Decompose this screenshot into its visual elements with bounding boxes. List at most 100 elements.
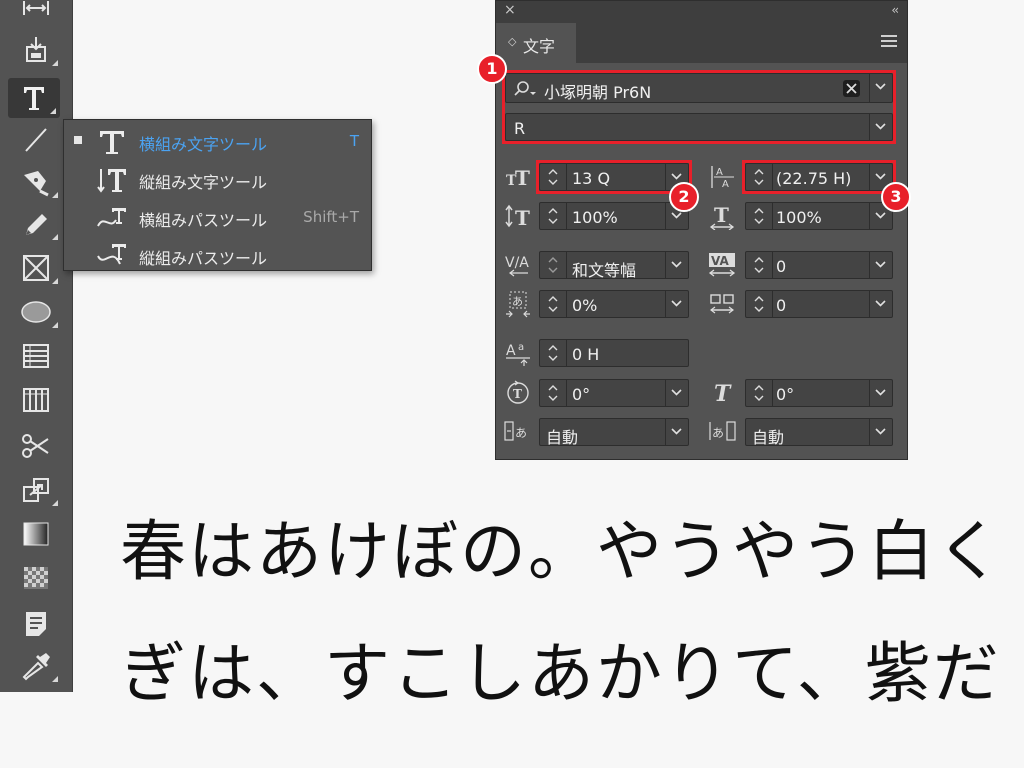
eyedropper-tool[interactable] — [10, 646, 62, 686]
note-icon — [26, 612, 46, 636]
scissors-tool[interactable] — [10, 426, 62, 466]
svg-text:T: T — [714, 203, 729, 227]
svg-text:T: T — [714, 381, 732, 407]
tracking-field[interactable]: 0 — [745, 251, 893, 279]
chevron-down-icon[interactable] — [665, 380, 688, 406]
skew-stepper[interactable] — [746, 380, 773, 406]
svg-text:あ: あ — [515, 426, 527, 440]
svg-text:あ: あ — [712, 426, 724, 440]
baseline-shift-stepper[interactable] — [540, 340, 567, 366]
type-tool[interactable] — [8, 78, 60, 118]
content-placer-tool[interactable] — [10, 30, 62, 70]
horizontal-type-icon — [100, 131, 124, 154]
horizontal-scale-field[interactable]: 100% — [745, 202, 893, 230]
aki-after-field[interactable]: 自動 — [745, 418, 893, 447]
type-tool-flyout-menu: 横組み文字ツール T 縦組み文字ツール 横組みパスツール Shift+T 縦組み… — [63, 119, 372, 271]
close-icon[interactable]: × — [504, 2, 516, 18]
skew-value: 0° — [776, 385, 795, 404]
kerning-stepper[interactable] — [540, 252, 567, 278]
flyout-item-vertical-path-type[interactable]: 縦組みパスツール — [64, 236, 371, 274]
vertical-type-icon — [97, 169, 126, 193]
character-rotation-stepper[interactable] — [540, 380, 567, 406]
vertical-path-type-icon — [97, 244, 126, 265]
font-size-icon: TT — [504, 163, 534, 191]
tsume-value: 0% — [572, 296, 598, 315]
line-tool[interactable] — [10, 120, 62, 160]
gradient-feather-tool[interactable] — [10, 558, 62, 598]
panel-menu-icon[interactable] — [881, 35, 897, 51]
free-transform-tool[interactable] — [10, 470, 62, 510]
svg-text:a: a — [518, 342, 524, 353]
flyout-item-shortcut: Shift+T — [303, 208, 359, 226]
horizontal-scale-stepper[interactable] — [746, 203, 773, 229]
flyout-item-vertical-type[interactable]: 縦組み文字ツール — [64, 160, 371, 198]
aki-after-value: 自動 — [752, 428, 785, 447]
document-text-line-1[interactable]: 春はあけぼの。やうやう白く — [120, 498, 1004, 594]
scissors-icon — [22, 434, 49, 458]
flyout-item-horizontal-path-type[interactable]: 横組みパスツール Shift+T — [64, 198, 371, 236]
highlight-leading — [742, 160, 896, 194]
tracking-stepper[interactable] — [746, 252, 773, 278]
gradient-tool[interactable] — [10, 514, 62, 554]
pencil-tool[interactable] — [10, 204, 62, 244]
baseline-shift-field[interactable]: 0 H — [539, 339, 689, 367]
chevron-down-icon[interactable] — [665, 291, 688, 317]
content-placer-icon — [26, 37, 46, 62]
vertical-scale-field[interactable]: 100% — [539, 202, 689, 230]
skew-field[interactable]: 0° — [745, 379, 893, 407]
chevron-down-icon[interactable] — [665, 419, 688, 445]
mojikumi-aki-field[interactable]: 0 — [745, 290, 893, 318]
kerning-field[interactable]: 和文等幅 — [539, 251, 689, 280]
leading-icon: AA — [708, 163, 738, 191]
line-icon — [25, 128, 47, 152]
tracking-value: 0 — [776, 257, 787, 276]
aki-before-icon: あ — [504, 418, 534, 446]
rectangle-frame-tool[interactable] — [10, 248, 62, 288]
svg-text:A: A — [716, 167, 723, 178]
svg-text:VA: VA — [711, 254, 729, 268]
skew-icon: T — [708, 379, 738, 407]
vertical-grid-tool[interactable] — [10, 380, 62, 420]
svg-text:T: T — [515, 166, 530, 190]
chevron-down-icon[interactable] — [665, 252, 688, 278]
horizontal-grid-tool[interactable] — [10, 336, 62, 376]
tab-character[interactable]: ◇ 文字 — [496, 23, 576, 63]
panel-tab-row: ◇ 文字 — [496, 23, 907, 63]
flyout-item-label: 縦組みパスツール — [139, 249, 268, 268]
selected-bullet-icon — [74, 136, 82, 144]
collapse-icon[interactable]: ‹‹ — [891, 3, 898, 17]
flyout-item-horizontal-type[interactable]: 横組み文字ツール T — [64, 122, 371, 160]
pen-icon — [24, 171, 49, 197]
horizontal-grid-icon — [23, 344, 49, 368]
character-rotation-field[interactable]: 0° — [539, 379, 689, 407]
tsume-stepper[interactable] — [540, 291, 567, 317]
vertical-grid-icon — [23, 388, 49, 412]
chevron-down-icon[interactable] — [869, 380, 892, 406]
type-icon — [24, 87, 44, 110]
vertical-scale-stepper[interactable] — [540, 203, 567, 229]
tools-panel — [0, 0, 73, 692]
character-rotation-value: 0° — [572, 385, 591, 404]
eyedropper-icon — [22, 653, 50, 681]
tab-label: 文字 — [523, 37, 556, 56]
ellipse-tool[interactable] — [10, 292, 62, 332]
annotation-badge-1: 1 — [477, 54, 507, 84]
vertical-scale-icon: T — [504, 202, 534, 230]
note-tool[interactable] — [10, 604, 62, 644]
horizontal-scale-icon: T — [708, 202, 738, 231]
chevron-down-icon[interactable] — [869, 291, 892, 317]
chevron-down-icon[interactable] — [869, 252, 892, 278]
flyout-item-shortcut: T — [349, 132, 359, 150]
svg-text:T: T — [515, 206, 530, 230]
gap-tool[interactable] — [10, 0, 62, 28]
chevron-down-icon[interactable] — [869, 419, 892, 445]
mojikumi-aki-stepper[interactable] — [746, 291, 773, 317]
highlight-font-size — [536, 160, 692, 194]
document-text-line-2[interactable]: ぎは、すこしあかりて、紫だ — [120, 620, 1001, 716]
pencil-icon — [26, 214, 47, 235]
tsume-field[interactable]: 0% — [539, 290, 689, 318]
flyout-item-label: 横組み文字ツール — [139, 135, 268, 154]
rectangle-frame-icon — [23, 255, 49, 281]
aki-before-field[interactable]: 自動 — [539, 418, 689, 447]
pen-tool[interactable] — [10, 162, 62, 202]
